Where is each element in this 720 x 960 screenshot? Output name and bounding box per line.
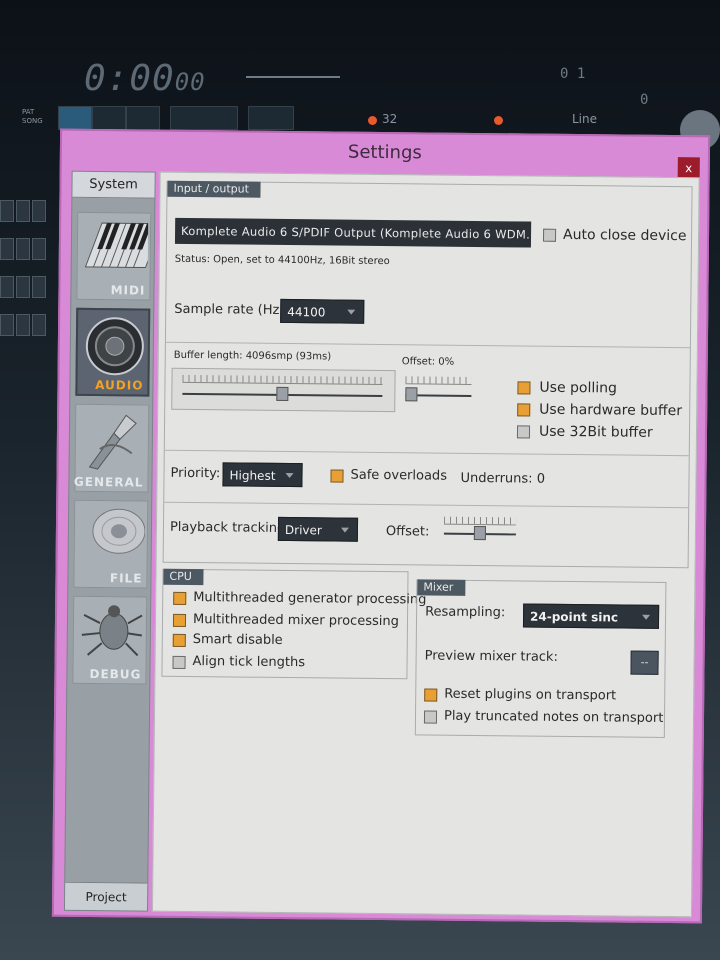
offset-slider[interactable] — [401, 370, 477, 413]
view-buttons[interactable] — [248, 106, 294, 130]
sidebar-item-general[interactable]: GENERAL — [73, 403, 150, 493]
snap-label: Line — [572, 112, 598, 126]
play-truncated-checkbox[interactable] — [423, 710, 438, 724]
use-32bit-buffer-label: Use 32Bit buffer — [538, 423, 653, 441]
buffer-length-label: Buffer length: 4096smp (93ms) — [173, 349, 332, 363]
offset-label: Offset: 0% — [401, 356, 455, 368]
cpu-option-label: Smart disable — [192, 632, 283, 648]
play-button[interactable] — [58, 106, 92, 130]
sidebar-item-debug[interactable]: DEBUG — [72, 595, 148, 685]
resampling-dropdown[interactable]: 24-point sinc — [522, 603, 660, 629]
record-indicator-icon — [368, 116, 377, 125]
cpu-option-checkbox[interactable] — [173, 591, 187, 605]
sidebar-item-label: MIDI — [110, 283, 146, 298]
record-button[interactable] — [126, 106, 160, 130]
mixer-section: Mixer Resampling: 24-point sinc Preview … — [414, 579, 667, 738]
pattern-selector[interactable] — [170, 106, 238, 130]
priority-dropdown[interactable]: Highest — [222, 462, 303, 488]
settings-window: Settings x System MIDI AUDIO GENERAL FIL… — [51, 128, 711, 924]
safe-overloads-checkbox[interactable] — [330, 469, 344, 483]
record-indicator-icon-2 — [494, 116, 503, 125]
sidebar-item-label: FILE — [109, 571, 143, 586]
window-title: Settings — [347, 141, 422, 164]
use-polling-checkbox[interactable] — [517, 381, 531, 395]
song-time-display: 0:0000 — [84, 58, 206, 99]
resampling-label: Resampling: — [425, 604, 506, 621]
buffer-length-slider[interactable] — [171, 367, 396, 413]
preview-mixer-track-select[interactable]: -- — [630, 650, 659, 675]
section-title: Mixer — [417, 579, 466, 596]
reset-plugins-label: Reset plugins on transport — [444, 686, 617, 704]
daw-background-toolbar: 0:0000 0 1 0 PAT SONG 32 Line — [0, 40, 720, 150]
chevron-down-icon — [642, 614, 651, 620]
input-output-section: Input / output Komplete Audio 6 S/PDIF O… — [162, 180, 693, 569]
wrench-icon — [88, 414, 137, 470]
cpu-option-checkbox[interactable] — [172, 633, 186, 647]
daw-counter: 0 1 — [560, 66, 586, 82]
stop-button[interactable] — [92, 106, 126, 130]
use-hardware-buffer-checkbox[interactable] — [517, 403, 531, 417]
keyboard-icon — [84, 222, 149, 269]
channel-rack-background — [0, 200, 60, 400]
cpu-option-checkbox[interactable] — [172, 655, 186, 669]
tempo-digits: 32 — [382, 112, 398, 126]
settings-content: Input / output Komplete Audio 6 S/PDIF O… — [151, 171, 700, 918]
slider-handle[interactable] — [405, 387, 418, 402]
section-title: CPU — [163, 568, 204, 586]
sample-rate-label: Sample rate (Hz): — [174, 301, 289, 319]
sidebar-item-midi[interactable]: MIDI — [76, 211, 152, 301]
sidebar-item-audio[interactable]: AUDIO — [75, 307, 151, 397]
tab-system[interactable]: System — [72, 171, 155, 199]
chevron-down-icon — [285, 472, 294, 479]
sidebar-item-file[interactable]: FILE — [73, 499, 149, 589]
cpu-option-label: Multithreaded mixer processing — [192, 612, 399, 630]
underruns-text: Underruns: 0 — [460, 470, 546, 487]
status-text: Status: Open, set to 44100Hz, 16Bit ster… — [174, 253, 390, 268]
auto-close-device-label: Auto close device — [562, 226, 687, 245]
tab-project[interactable]: Project — [64, 881, 148, 911]
preview-mixer-track-label: Preview mixer track: — [424, 648, 558, 665]
cpu-option-checkbox[interactable] — [172, 613, 187, 627]
slider-handle[interactable] — [473, 525, 487, 541]
playback-tracking-dropdown[interactable]: Driver — [277, 516, 359, 542]
sample-rate-dropdown[interactable]: 44100 — [280, 298, 365, 324]
use-hardware-buffer-label: Use hardware buffer — [539, 401, 683, 420]
sidebar-item-label: GENERAL — [73, 474, 144, 490]
playback-offset-label: Offset: — [385, 524, 430, 540]
priority-label: Priority: — [170, 465, 221, 482]
close-button[interactable]: x — [677, 157, 700, 180]
chevron-down-icon — [347, 309, 356, 315]
disc-icon — [92, 508, 146, 554]
safe-overloads-label: Safe overloads — [350, 467, 448, 484]
playback-offset-slider[interactable] — [440, 513, 524, 548]
slider-handle[interactable] — [276, 386, 289, 402]
auto-close-device-checkbox[interactable] — [542, 228, 557, 242]
bug-icon — [81, 605, 143, 657]
chevron-down-icon — [340, 527, 349, 533]
daw-line — [246, 76, 340, 78]
settings-sidebar: System MIDI AUDIO GENERAL FILE DEBUG Pro… — [63, 170, 156, 912]
output-device-select[interactable]: Komplete Audio 6 S/PDIF Output (Komplete… — [174, 217, 532, 248]
cpu-option-label: Multithreaded generator processing — [193, 590, 427, 608]
cpu-section: CPU Multithreaded generator processing M… — [161, 568, 426, 680]
speaker-icon — [85, 317, 144, 376]
use-32bit-buffer-checkbox[interactable] — [516, 425, 531, 439]
playback-tracking-label: Playback tracking: — [169, 519, 290, 537]
sidebar-item-label: AUDIO — [95, 377, 144, 393]
section-title: Input / output — [167, 180, 262, 198]
use-polling-label: Use polling — [539, 379, 618, 397]
play-truncated-label: Play truncated notes on transport — [443, 708, 664, 726]
reset-plugins-checkbox[interactable] — [424, 688, 438, 702]
sidebar-item-label: DEBUG — [89, 666, 142, 682]
cpu-option-label: Align tick lengths — [192, 654, 306, 671]
